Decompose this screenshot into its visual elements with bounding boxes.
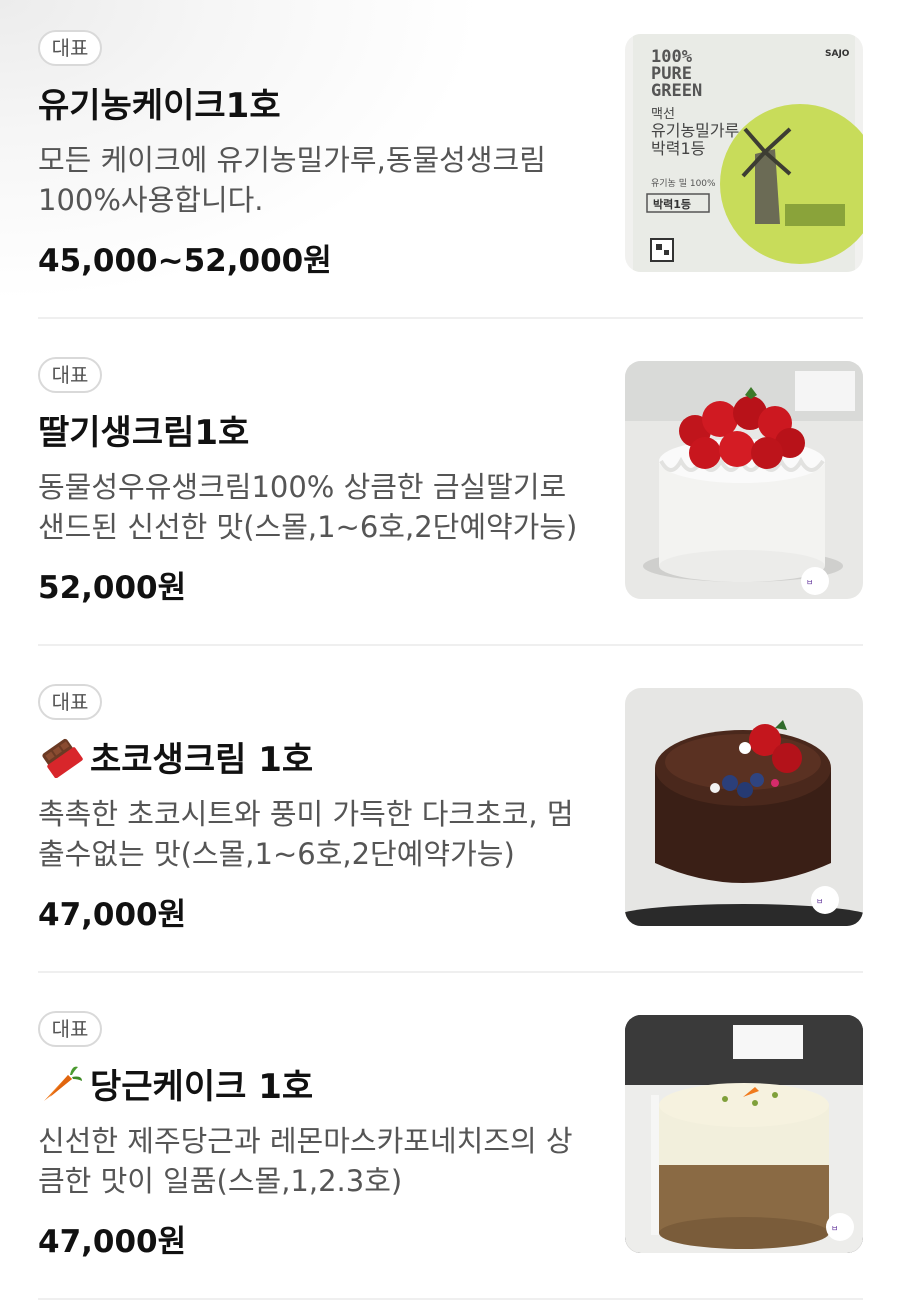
menu-item-name: 당근케이크 1호 — [38, 1059, 313, 1108]
menu-item[interactable]: 대표 당근케이크 1호 신선한 제주당근과 레몬마스카포네치즈의 상큼한 맛이 … — [38, 981, 863, 1308]
menu-item[interactable]: 대표 유기농케이크1호 모든 케이크에 유기농밀가루,동물성생크림100%사용합… — [38, 0, 863, 327]
carrot-icon — [38, 1063, 84, 1105]
menu-item-name: 유기농케이크1호 — [38, 78, 281, 127]
flour-line-1: 맥선 — [651, 107, 675, 122]
item-divider — [38, 644, 863, 646]
svg-text:ㅂ: ㅂ — [816, 897, 823, 906]
flour-brand-text: SAJO — [825, 49, 850, 59]
svg-text:ㅂ: ㅂ — [831, 1224, 838, 1233]
menu-item-name-text: 유기농케이크1호 — [38, 86, 281, 126]
item-divider — [38, 317, 863, 319]
svg-text:ㅂ: ㅂ — [806, 578, 813, 587]
menu-item-description: 촉촉한 초코시트와 풍미 가득한 다크초코, 멈출수없는 맛(스몰,1~6호,2… — [38, 797, 574, 871]
flour-small-text: 유기농 밀 100% — [651, 177, 716, 189]
representative-badge: 대표 — [38, 1011, 102, 1047]
menu-item[interactable]: 대표 딸기생크림1호 동물성우유생크림100% 상큼한 금실딸기로 샌드된 신선… — [38, 327, 863, 654]
representative-badge: 대표 — [38, 684, 102, 720]
representative-badge: 대표 — [38, 30, 102, 66]
menu-item-price: 47,000원 — [38, 1224, 187, 1260]
menu-item-description: 모든 케이크에 유기농밀가루,동물성생크림100%사용합니다. — [38, 143, 546, 217]
menu-item-price: 52,000원 — [38, 570, 187, 606]
menu-item-description: 동물성우유생크림100% 상큼한 금실딸기로 샌드된 신선한 맛(스몰,1~6호… — [38, 470, 578, 544]
chocolate-bar-icon — [38, 736, 84, 778]
strawberry-cake-image[interactable]: ㅂ — [625, 361, 863, 599]
menu-item[interactable]: 대표 초코생크림 1호 촉촉한 초코시트와 풍미 가득한 다크초코, 멈출수없는… — [38, 654, 863, 981]
menu-item-name: 초코생크림 1호 — [38, 732, 313, 781]
menu-item-price: 47,000원 — [38, 897, 187, 933]
menu-item-name-text: 당근케이크 1호 — [90, 1067, 314, 1107]
flour-bag-image[interactable]: SAJO 100% PURE GREEN 맥선 유기농밀가루 박력1등 유기농 … — [625, 34, 863, 272]
flour-line-3: 박력1등 — [651, 139, 705, 158]
flour-badge-text: 박력1등 — [653, 197, 691, 211]
representative-badge: 대표 — [38, 357, 102, 393]
item-divider — [38, 971, 863, 973]
menu-item-name-text: 초코생크림 1호 — [90, 740, 314, 780]
menu-item-name-text: 딸기생크림1호 — [38, 413, 250, 453]
chocolate-cake-image[interactable]: ㅂ — [625, 688, 863, 926]
item-divider — [38, 1298, 863, 1300]
carrot-cake-image[interactable]: ㅂ — [625, 1015, 863, 1253]
flour-headline-3: GREEN — [651, 81, 702, 101]
flour-line-2: 유기농밀가루 — [651, 121, 739, 140]
menu-item-price: 45,000~52,000원 — [38, 243, 332, 279]
menu-item-description: 신선한 제주당근과 레몬마스카포네치즈의 상큼한 맛이 일품(스몰,1,2.3호… — [38, 1124, 573, 1198]
menu-item-name: 딸기생크림1호 — [38, 405, 249, 454]
